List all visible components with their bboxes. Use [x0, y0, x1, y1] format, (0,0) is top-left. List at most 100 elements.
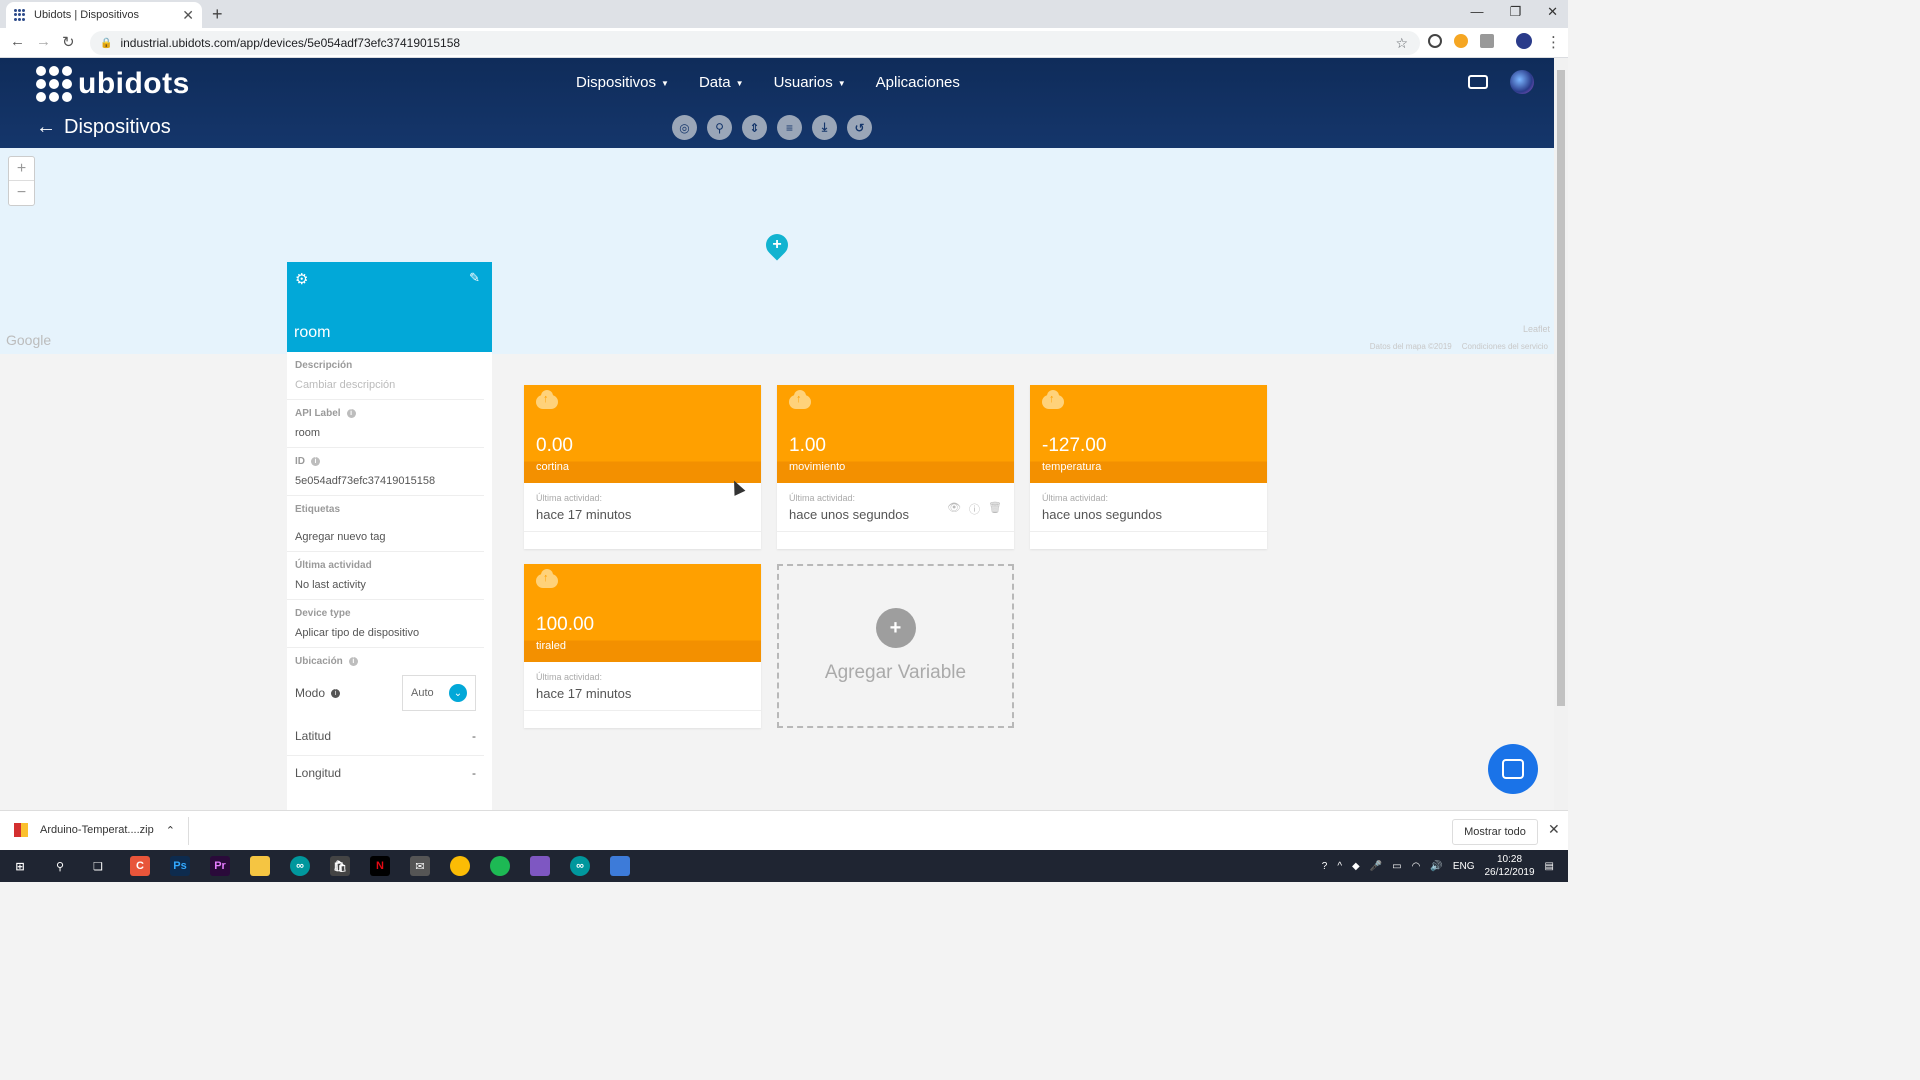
longitud-value[interactable]: - — [472, 766, 476, 780]
download-icon[interactable]: ⤓ — [812, 115, 837, 140]
chat-launcher-button[interactable] — [1488, 744, 1538, 794]
variable-card-movimiento[interactable]: 1.00 movimiento Última actividad: hace u… — [777, 385, 1014, 549]
variable-actions: 👁 ⓘ 🗑 — [947, 501, 1002, 517]
info-icon[interactable]: i — [346, 409, 356, 418]
chat-icon — [1502, 759, 1524, 779]
arduino-icon[interactable]: ∞ — [290, 856, 310, 876]
netflix-icon[interactable]: N — [370, 856, 390, 876]
page-scrollbar[interactable] — [1554, 58, 1568, 810]
history-icon[interactable]: ↺ — [847, 115, 872, 140]
extension-bolt-icon[interactable] — [1454, 34, 1468, 48]
id-value: 5e054adf73efc37419015158 — [295, 475, 436, 487]
device-map[interactable]: + − + Google Leaflet Datos del mapa ©201… — [0, 148, 1554, 354]
help-icon[interactable]: ? — [1322, 861, 1328, 872]
chrome-icon[interactable] — [450, 856, 470, 876]
api-label-value[interactable]: room — [295, 419, 476, 447]
eye-icon[interactable]: 👁 — [947, 501, 961, 517]
whatsapp-icon[interactable] — [530, 856, 550, 876]
mail-icon[interactable]: ✉ — [410, 856, 430, 876]
divider — [777, 531, 1014, 532]
new-tab-icon[interactable]: + — [212, 4, 223, 25]
photoshop-icon[interactable]: Ps — [170, 856, 190, 876]
variable-card-temperatura[interactable]: -127.00 temperatura Última actividad: ha… — [1030, 385, 1267, 549]
zoom-out-button[interactable]: − — [9, 181, 34, 205]
chevron-down-icon: ⌄ — [449, 684, 467, 702]
variable-card-cortina[interactable]: 0.00 cortina Última actividad: hace 17 m… — [524, 385, 761, 549]
minimize-icon[interactable]: — — [1470, 4, 1483, 20]
notifications-icon[interactable]: ▤ — [1545, 861, 1554, 872]
add-tag-input[interactable]: Agregar nuevo tag — [295, 515, 476, 551]
map-terms-link[interactable]: Condiciones del servicio — [1462, 342, 1548, 351]
add-variable-button[interactable]: + Agregar Variable — [777, 564, 1014, 728]
nav-data[interactable]: Data ▼ — [699, 74, 744, 91]
chevron-up-icon[interactable]: ⌃ — [166, 824, 175, 837]
windows-start-icon[interactable]: ⊞ — [10, 856, 30, 876]
close-window-icon[interactable]: ✕ — [1547, 4, 1558, 20]
premiere-icon[interactable]: Pr — [210, 856, 230, 876]
cloud-upload-icon — [1042, 390, 1064, 409]
nav-aplicaciones-label: Aplicaciones — [875, 74, 960, 91]
edit-pencil-icon[interactable]: ✎ — [469, 270, 480, 286]
scrollbar-thumb[interactable] — [1557, 70, 1565, 706]
restore-icon[interactable]: ❐ — [1509, 4, 1521, 20]
locate-icon[interactable]: ◎ — [672, 115, 697, 140]
store-icon[interactable]: 🛍 — [330, 856, 350, 876]
trash-icon[interactable]: 🗑 — [988, 501, 1002, 517]
user-avatar[interactable] — [1510, 70, 1534, 94]
arduino-icon[interactable]: ∞ — [570, 856, 590, 876]
url-field[interactable]: 🔒 industrial.ubidots.com/app/devices/5e0… — [90, 31, 1420, 55]
reload-icon[interactable]: ↻ — [62, 33, 75, 51]
task-view-icon[interactable]: ❏ — [88, 856, 108, 876]
info-icon[interactable]: i — [348, 657, 358, 666]
spotify-icon[interactable] — [490, 856, 510, 876]
microphone-icon[interactable]: 🎤 — [1370, 861, 1382, 872]
modo-select[interactable]: Auto ⌄ — [402, 675, 476, 711]
bookmark-star-icon[interactable]: ☆ — [1395, 35, 1408, 52]
ubidots-logo[interactable]: ubidots — [36, 66, 190, 102]
list-icon[interactable]: ≡ — [777, 115, 802, 140]
descripcion-input[interactable]: Cambiar descripción — [295, 371, 476, 399]
divider — [524, 710, 761, 711]
nav-dispositivos[interactable]: Dispositivos ▼ — [576, 74, 669, 91]
show-all-button[interactable]: Mostrar todo — [1452, 819, 1538, 845]
close-tab-icon[interactable]: ✕ — [182, 7, 194, 24]
map-pin-icon[interactable]: + — [761, 229, 793, 261]
browser-menu-icon[interactable]: ⋮ — [1546, 33, 1561, 51]
back-arrow-icon[interactable]: ← — [10, 33, 25, 50]
browser-tab[interactable]: Ubidots | Dispositivos ✕ — [6, 2, 202, 28]
battery-icon[interactable]: ▭ — [1392, 861, 1401, 872]
profile-avatar-icon[interactable] — [1516, 33, 1532, 49]
extension-block-icon[interactable] — [1428, 34, 1442, 48]
inbox-icon[interactable] — [1468, 75, 1488, 89]
info-icon[interactable]: ⓘ — [969, 501, 980, 517]
extension-cast-icon[interactable] — [1480, 34, 1494, 48]
clock[interactable]: 10:28 26/12/2019 — [1484, 853, 1534, 879]
device-type-value[interactable]: Aplicar tipo de dispositivo — [295, 619, 476, 647]
latitud-value[interactable]: - — [472, 729, 476, 743]
search-icon[interactable]: ⚲ — [50, 856, 70, 876]
chevron-up-icon[interactable]: ^ — [1337, 861, 1342, 872]
dropbox-icon[interactable]: ◆ — [1352, 861, 1360, 872]
file-explorer-icon[interactable] — [250, 856, 270, 876]
language-indicator[interactable]: ENG — [1453, 861, 1475, 872]
wifi-icon[interactable]: ◠ — [1412, 861, 1421, 872]
zoom-in-button[interactable]: + — [9, 157, 34, 181]
cloud-upload-icon — [789, 390, 811, 409]
search-icon[interactable]: ⚲ — [707, 115, 732, 140]
sort-icon[interactable]: ⇕ — [742, 115, 767, 140]
volume-icon[interactable]: 🔊 — [1430, 861, 1442, 872]
variable-card-tiraled[interactable]: 100.00 tiraled Última actividad: hace 17… — [524, 564, 761, 728]
info-icon[interactable]: i — [331, 688, 341, 698]
info-icon[interactable]: i — [311, 457, 320, 466]
download-item[interactable]: Arduino-Temperat....zip ⌃ — [14, 823, 175, 837]
app-icon-cloud[interactable] — [610, 856, 630, 876]
forward-arrow-icon[interactable]: → — [36, 33, 51, 50]
app-icon-c[interactable]: C — [130, 856, 150, 876]
nav-usuarios[interactable]: Usuarios ▼ — [774, 74, 846, 91]
leaflet-attribution[interactable]: Leaflet — [1523, 324, 1550, 334]
google-logo: Google — [6, 332, 52, 348]
nav-aplicaciones[interactable]: Aplicaciones — [876, 74, 960, 91]
close-downloads-icon[interactable]: ✕ — [1548, 821, 1560, 838]
ultima-actividad-value: No last activity — [295, 579, 366, 591]
back-to-devices[interactable]: ← Dispositivos — [36, 116, 171, 139]
